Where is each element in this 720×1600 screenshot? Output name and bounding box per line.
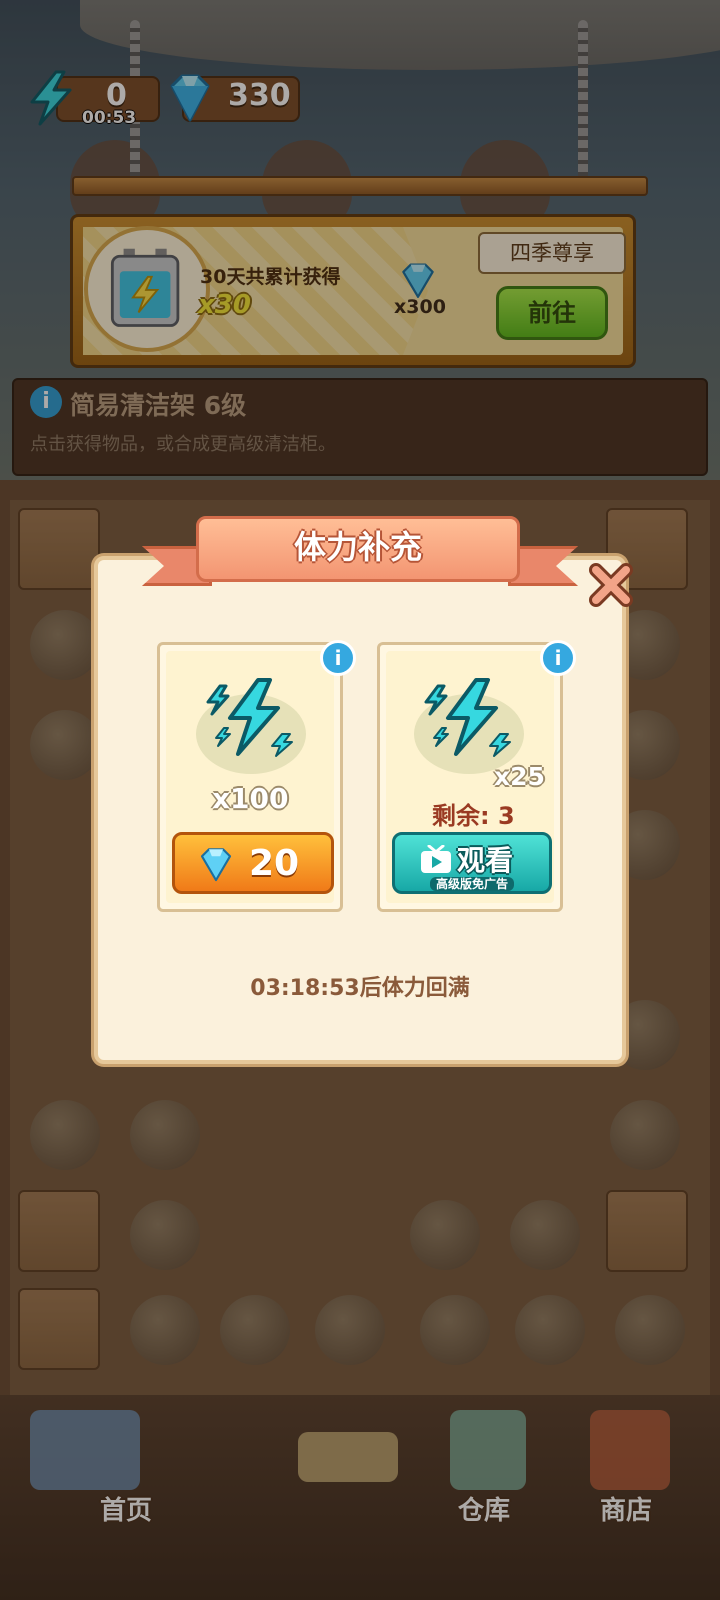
card-info-button[interactable]: i bbox=[320, 640, 356, 676]
energy-bolt-icon bbox=[424, 678, 511, 757]
buy-energy-button[interactable]: 20 bbox=[172, 832, 334, 894]
premium-no-ads-note: 高级版免广告 bbox=[395, 875, 549, 892]
energy-bolt-icon bbox=[206, 678, 293, 757]
gem-price: 20 bbox=[249, 843, 300, 884]
remaining-count: 剩余: 3 bbox=[432, 802, 515, 830]
energy-amount: x25 bbox=[494, 762, 545, 791]
watch-ad-button[interactable]: 观看 高级版免广告 bbox=[392, 832, 552, 894]
dialog-title: 体力补充 bbox=[293, 528, 422, 566]
tv-icon bbox=[421, 845, 451, 873]
diamond-icon bbox=[200, 848, 232, 882]
energy-amount: x100 bbox=[212, 782, 289, 815]
card-info-button[interactable]: i bbox=[540, 640, 576, 676]
close-icon[interactable] bbox=[586, 560, 636, 610]
watch-ad-label: 观看 bbox=[457, 844, 514, 877]
refill-countdown: 03:18:53后体力回满 bbox=[250, 976, 470, 1001]
